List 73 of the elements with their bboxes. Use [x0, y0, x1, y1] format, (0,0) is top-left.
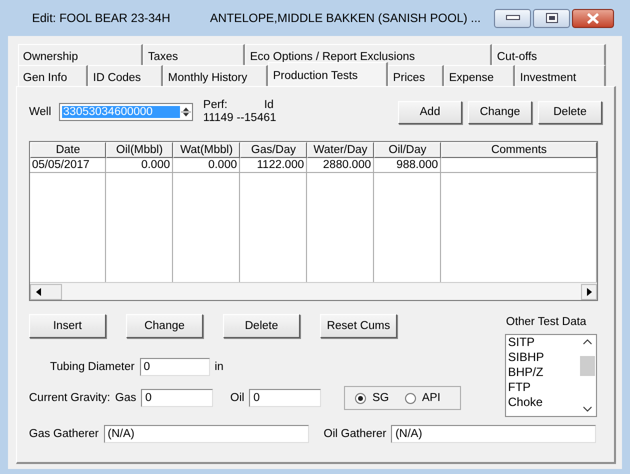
radio-label: SG: [372, 392, 389, 404]
tab[interactable]: Investment: [515, 65, 606, 86]
table-cell: 988.000: [374, 158, 441, 173]
scroll-down-icon[interactable]: [583, 406, 592, 412]
maximize-button[interactable]: [533, 8, 570, 28]
gatherer-field[interactable]: (N/A): [104, 425, 309, 443]
id-label: Id: [264, 99, 275, 112]
column-header[interactable]: Oil/Day: [374, 142, 441, 158]
well-label: Well: [29, 106, 52, 118]
column-header[interactable]: Date: [30, 142, 106, 158]
tab[interactable]: Taxes: [143, 44, 245, 65]
list-label: Other Test Data: [506, 316, 588, 328]
horizontal-scrollbar[interactable]: [30, 282, 597, 300]
tab[interactable]: Gen Info: [18, 65, 88, 86]
radio-label: API: [422, 392, 440, 404]
perf-label: Perf:: [203, 99, 228, 112]
tab[interactable]: Monthly History: [163, 65, 268, 86]
column-header[interactable]: Comments: [441, 142, 597, 158]
scroll-up-icon[interactable]: [583, 339, 592, 345]
table-cell: 0.000: [106, 158, 173, 173]
oil-gravity-field[interactable]: 0: [249, 389, 322, 407]
test-button[interactable]: Change: [126, 314, 203, 338]
gas-gravity-field[interactable]: 0: [141, 389, 214, 407]
table-cell: 0.000: [173, 158, 240, 173]
radio-button[interactable]: [355, 392, 366, 404]
list-item[interactable]: BHP/Z: [508, 365, 579, 380]
table-cell: 2880.000: [307, 158, 374, 173]
well-button[interactable]: Delete: [538, 100, 602, 124]
tab[interactable]: Ownership: [18, 44, 143, 65]
tab[interactable]: Cut-offs: [492, 44, 606, 65]
gravity-label: Current Gravity:: [29, 392, 110, 404]
close-button[interactable]: [572, 8, 614, 28]
tab[interactable]: Production Tests: [268, 62, 388, 86]
column-header[interactable]: Water/Day: [307, 142, 374, 158]
list-item[interactable]: SIBHP: [508, 350, 579, 365]
test-button[interactable]: Reset Cums: [320, 314, 397, 338]
gas-label: Gas: [115, 392, 136, 404]
gatherer-field[interactable]: (N/A): [391, 425, 596, 443]
scroll-left-icon[interactable]: [30, 284, 62, 300]
test-button[interactable]: Insert: [29, 314, 106, 338]
well-button[interactable]: Change: [468, 100, 532, 124]
window-subtitle: ANTELOPE,MIDDLE BAKKEN (SANISH POOL) ...: [210, 11, 482, 25]
gatherer-label: Gas Gatherer: [29, 428, 99, 440]
spin-arrows-icon[interactable]: [180, 105, 192, 119]
tab[interactable]: ID Codes: [88, 65, 163, 86]
list-item[interactable]: SITP: [508, 335, 579, 350]
oil-label: Oil: [230, 392, 244, 404]
column-header[interactable]: Gas/Day: [240, 142, 307, 158]
window-title: Edit: FOOL BEAR 23-34H: [32, 11, 172, 25]
close-icon: [587, 12, 599, 24]
tab[interactable]: Prices: [388, 65, 444, 86]
minimize-button[interactable]: [494, 8, 531, 28]
table-cell: 05/05/2017: [30, 158, 106, 173]
test-button[interactable]: Delete: [223, 314, 300, 338]
maximize-icon: [546, 13, 558, 23]
list-item[interactable]: Choke: [508, 395, 579, 410]
tubing-label: Tubing Diameter: [50, 361, 135, 373]
tubing-field[interactable]: 0: [140, 358, 210, 376]
scroll-right-icon[interactable]: [581, 284, 597, 300]
perf-range: 11149 --15461: [203, 112, 276, 125]
tab[interactable]: Expense: [444, 65, 515, 86]
column-header[interactable]: Oil(Mbbl): [106, 142, 173, 158]
tab[interactable]: Eco Options / Report Exclusions: [245, 44, 492, 65]
scroll-thumb[interactable]: [580, 356, 595, 376]
well-button[interactable]: Add: [398, 100, 462, 124]
minimize-icon: [506, 15, 520, 21]
list-item[interactable]: FTP: [508, 380, 579, 395]
table-cell: 1122.000: [240, 158, 307, 173]
radio-button[interactable]: [404, 392, 416, 404]
test-data-list[interactable]: SITP SIBHP BHP/Z FTP Choke: [505, 334, 597, 417]
gatherer-label: Oil Gatherer: [324, 428, 386, 440]
unit-label: in: [214, 361, 224, 373]
column-header[interactable]: Wat(Mbbl): [173, 142, 240, 158]
